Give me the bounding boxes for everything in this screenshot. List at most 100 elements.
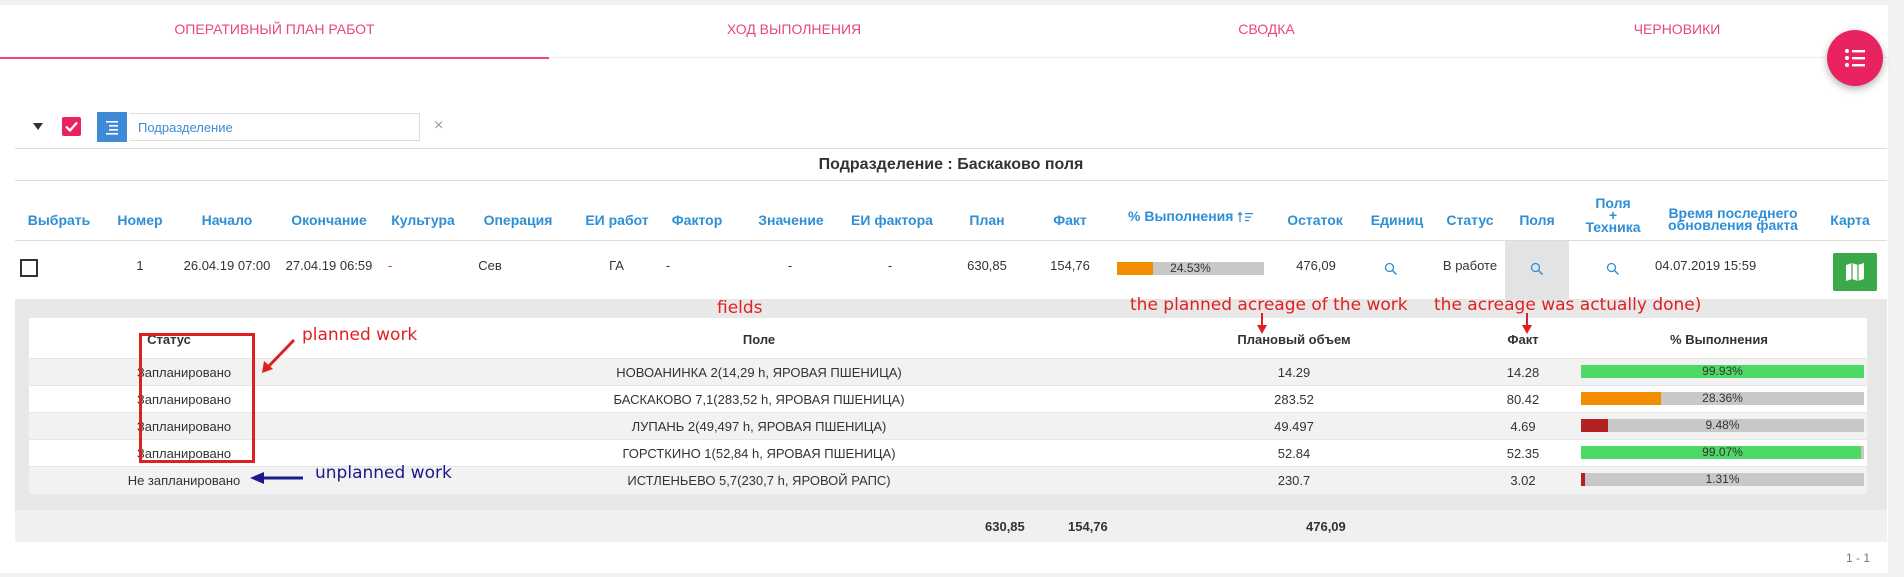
tab-summary[interactable]: СВОДКА	[1039, 5, 1494, 57]
col-header-factor[interactable]: Фактор	[657, 212, 737, 228]
group-by-field[interactable]: Подразделение	[130, 113, 420, 141]
row-plan: 630,85	[967, 258, 1007, 273]
fields-tech-search-icon[interactable]	[1606, 262, 1620, 276]
divider	[15, 148, 1887, 149]
tab-progress[interactable]: ХОД ВЫПОЛНЕНИЯ	[549, 5, 1039, 57]
col-header-remainder[interactable]: Остаток	[1275, 212, 1355, 228]
col-header-end[interactable]: Окончание	[284, 212, 374, 228]
tab-operational-plan[interactable]: ОПЕРАТИВНЫЙ ПЛАН РАБОТ	[0, 5, 549, 59]
clear-filter-icon[interactable]: ×	[434, 117, 443, 135]
menu-fab-button[interactable]	[1827, 30, 1883, 86]
group-by-button[interactable]	[97, 112, 127, 142]
detail-field: ЛУПАНЬ 2(49,497 h, ЯРОВАЯ ПШЕНИЦА)	[631, 419, 887, 434]
row-status: В работе	[1442, 258, 1498, 273]
total-fact: 154,76	[1068, 519, 1108, 534]
col-header-fields-tech[interactable]: Поля + Техника	[1580, 196, 1646, 235]
detail-field: НОВОАНИНКА 2(14,29 h, ЯРОВАЯ ПШЕНИЦА)	[616, 365, 902, 380]
detail-row[interactable]: Запланировано НОВОАНИНКА 2(14,29 h, ЯРОВ…	[29, 358, 1867, 386]
fields-cell[interactable]	[1505, 241, 1569, 299]
select-all-checkbox[interactable]	[62, 117, 81, 136]
detail-status: Не запланировано	[127, 473, 241, 488]
detail-progress-label: 1.31%	[1705, 472, 1740, 486]
col-header-map[interactable]: Карта	[1820, 212, 1880, 228]
col-header-units[interactable]: Единиц	[1362, 212, 1432, 228]
col-header-percent[interactable]: % Выполнения	[1128, 208, 1254, 224]
row-number: 1	[136, 258, 144, 273]
col-header-number[interactable]: Номер	[105, 212, 175, 228]
divider	[15, 180, 1887, 181]
detail-panel: Статус Поле Плановый объем Факт % Выполн…	[15, 299, 1887, 510]
row-work-unit: ГА	[609, 258, 624, 273]
col-header-factor-unit[interactable]: ЕИ фактора	[842, 212, 942, 228]
row-factor: -	[665, 258, 671, 273]
detail-row[interactable]: Запланировано ГОРСТКИНО 1(52,84 h, ЯРОВА…	[29, 439, 1867, 467]
pager-info: 1 - 1	[1845, 551, 1870, 565]
tab-drafts[interactable]: ЧЕРНОВИКИ	[1494, 5, 1860, 57]
divider	[15, 240, 1887, 241]
units-search-icon[interactable]	[1384, 262, 1398, 276]
map-button[interactable]	[1833, 253, 1877, 291]
planned-work-highlight-box	[139, 333, 255, 463]
col-header-value[interactable]: Значение	[746, 212, 836, 228]
detail-progress-bar: 99.07%	[1581, 446, 1864, 459]
detail-header-field: Поле	[742, 332, 776, 347]
total-plan: 630,85	[985, 519, 1025, 534]
detail-fact: 14.28	[1506, 365, 1540, 380]
detail-planned: 52.84	[1277, 446, 1311, 461]
detail-progress-bar: 1.31%	[1581, 473, 1864, 486]
annotation-fields: fields	[717, 298, 763, 318]
row-fact: 154,76	[1050, 258, 1090, 273]
col-header-last-update[interactable]: Время последнего обновления факта	[1663, 206, 1803, 233]
col-header-status[interactable]: Статус	[1440, 212, 1500, 228]
row-operation: Сев	[478, 258, 502, 273]
annotation-planned-acreage: the planned acreage of the work	[1130, 295, 1408, 315]
detail-progress-bar: 99.93%	[1581, 365, 1864, 378]
col-header-fields-tech-line3: Техника	[1585, 219, 1641, 235]
annotation-unplanned-work: unplanned work	[315, 463, 452, 483]
col-header-operation[interactable]: Операция	[478, 212, 558, 228]
detail-progress-bar: 9.48%	[1581, 419, 1864, 432]
detail-field: ИСТЛЕНЬЕВО 5,7(230,7 h, ЯРОВОЙ РАПС)	[627, 473, 891, 488]
detail-field: БАСКАКОВО 7,1(283,52 h, ЯРОВАЯ ПШЕНИЦА)	[613, 392, 905, 407]
col-header-plan[interactable]: План	[957, 212, 1017, 228]
col-header-select[interactable]: Выбрать	[24, 212, 94, 228]
detail-row[interactable]: Запланировано БАСКАКОВО 7,1(283,52 h, ЯР…	[29, 385, 1867, 413]
indent-list-icon	[106, 121, 118, 135]
detail-planned: 283.52	[1274, 392, 1314, 407]
fields-search-icon[interactable]	[1530, 262, 1544, 276]
check-icon	[65, 121, 78, 133]
page: ОПЕРАТИВНЫЙ ПЛАН РАБОТ ХОД ВЫПОЛНЕНИЯ СВ…	[0, 5, 1888, 573]
col-header-start[interactable]: Начало	[187, 212, 267, 228]
detail-fact: 52.35	[1506, 446, 1540, 461]
tab-bar: ОПЕРАТИВНЫЙ ПЛАН РАБОТ ХОД ВЫПОЛНЕНИЯ СВ…	[0, 5, 1888, 59]
detail-header-percent: % Выполнения	[1670, 332, 1768, 347]
detail-header-fact: Факт	[1507, 332, 1539, 347]
row-checkbox[interactable]	[20, 259, 38, 277]
detail-progress-label: 99.07%	[1702, 445, 1743, 459]
col-header-crop[interactable]: Культура	[383, 212, 463, 228]
sort-ascending-icon	[1237, 211, 1254, 223]
detail-progress-label: 9.48%	[1705, 418, 1740, 432]
annotation-planned-work: planned work	[302, 325, 418, 345]
col-header-work-unit[interactable]: ЕИ работ	[577, 212, 657, 228]
row-end: 27.04.19 06:59	[285, 258, 373, 273]
detail-progress-bar: 28.36%	[1581, 392, 1864, 405]
total-remainder: 476,09	[1306, 519, 1346, 534]
detail-header-planned: Плановый объем	[1237, 332, 1351, 347]
detail-planned: 230.7	[1277, 473, 1311, 488]
row-start: 26.04.19 07:00	[183, 258, 271, 273]
detail-row[interactable]: Запланировано ЛУПАНЬ 2(49,497 h, ЯРОВАЯ …	[29, 412, 1867, 440]
col-header-last-update-line2: обновления факта	[1668, 217, 1798, 233]
detail-planned: 49.497	[1274, 419, 1314, 434]
expand-caret-icon[interactable]	[33, 123, 43, 130]
detail-row[interactable]: Не запланировано ИСТЛЕНЬЕВО 5,7(230,7 h,…	[29, 466, 1867, 494]
detail-fact: 3.02	[1510, 473, 1536, 488]
list-icon	[1845, 49, 1865, 67]
group-title: Подразделение : Баскаково поля	[818, 156, 1084, 173]
col-header-fields[interactable]: Поля	[1507, 212, 1567, 228]
detail-fact: 4.69	[1510, 419, 1536, 434]
row-progress-label: 24.53%	[1170, 261, 1211, 275]
detail-progress-label: 28.36%	[1702, 391, 1743, 405]
col-header-fact[interactable]: Факт	[1040, 212, 1100, 228]
detail-planned: 14.29	[1277, 365, 1311, 380]
